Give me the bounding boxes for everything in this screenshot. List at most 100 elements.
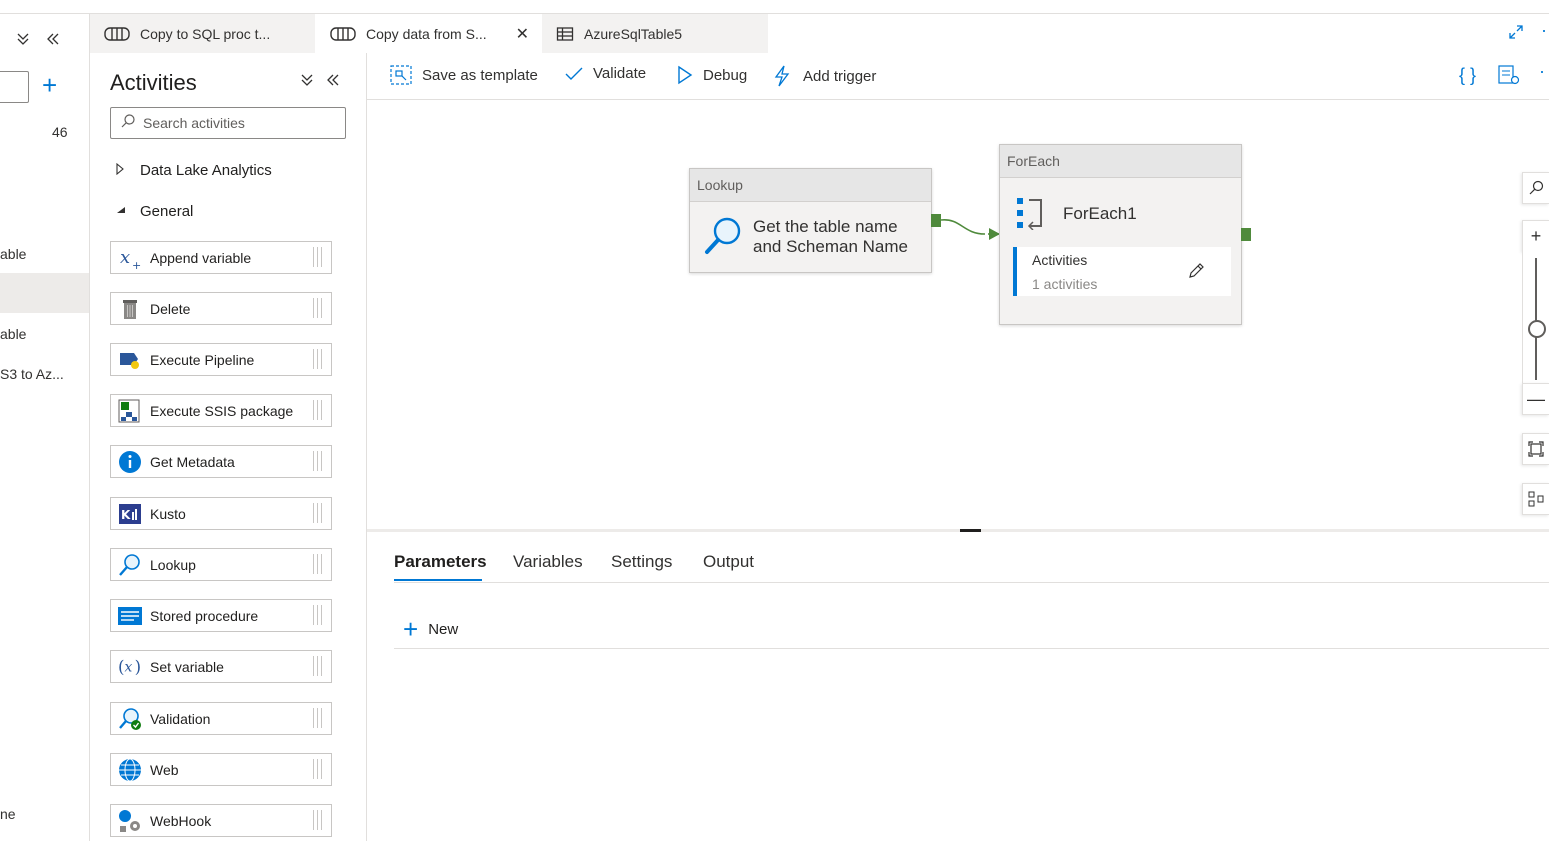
activity-label: Web	[150, 761, 179, 778]
tab-azure-sql-table[interactable]: AzureSqlTable5	[542, 14, 768, 53]
activity-web[interactable]: Web	[110, 753, 332, 786]
activity-get-metadata[interactable]: Get Metadata	[110, 445, 332, 478]
search-activities-input[interactable]	[141, 112, 341, 134]
activity-delete[interactable]: Delete	[110, 292, 332, 325]
drag-handle[interactable]	[311, 503, 325, 523]
button-label: Add trigger	[803, 67, 877, 85]
activity-label: Get Metadata	[150, 453, 235, 470]
save-as-template-button[interactable]: Save as template	[390, 65, 538, 85]
category-label: Data Lake Analytics	[140, 162, 272, 179]
svg-text:(: (	[118, 657, 124, 676]
add-resource-icon[interactable]: +	[42, 72, 57, 98]
debug-button[interactable]: Debug	[677, 65, 747, 85]
resource-item[interactable]: able	[0, 326, 26, 342]
zoom-in-icon[interactable]: +	[1522, 220, 1549, 252]
activity-label: Append variable	[150, 249, 252, 266]
activity-validation[interactable]: Validation	[110, 702, 332, 735]
activity-label: Stored procedure	[150, 607, 259, 624]
active-tab-indicator	[394, 579, 482, 581]
zoom-out-icon[interactable]: —	[1522, 383, 1549, 415]
foreach-activity-node[interactable]: ForEach ForEach1 Activities 1 activities	[999, 144, 1242, 325]
button-label: New	[428, 620, 459, 638]
tab-label: AzureSqlTable5	[584, 25, 683, 42]
activity-webhook[interactable]: WebHook	[110, 804, 332, 837]
collapse-panel-icon[interactable]	[46, 32, 60, 51]
tab-settings[interactable]: Settings	[611, 552, 672, 572]
drag-handle[interactable]	[311, 810, 325, 830]
tab-output[interactable]: Output	[703, 552, 754, 572]
collapse-panel-icon[interactable]	[326, 73, 340, 92]
activity-execute-pipeline[interactable]: Execute Pipeline	[110, 343, 332, 376]
add-trigger-button[interactable]: Add trigger	[773, 65, 876, 87]
search-activities-box[interactable]	[110, 107, 346, 139]
lookup-icon	[118, 553, 142, 577]
node-type-label: ForEach	[1000, 145, 1241, 178]
activity-set-variable[interactable]: (x) Set variable	[110, 650, 332, 683]
auto-align-icon[interactable]	[1522, 483, 1549, 515]
selected-resource-row[interactable]	[0, 273, 89, 313]
category-data-lake-analytics[interactable]: Data Lake Analytics	[116, 162, 272, 179]
more-icon[interactable]: ·	[1541, 20, 1547, 41]
zoom-slider[interactable]	[1522, 250, 1549, 383]
zoom-slider-thumb[interactable]	[1528, 320, 1546, 338]
pipeline-canvas[interactable]: Lookup Get the table name and Scheman Na…	[367, 100, 1549, 529]
plus-icon: +	[403, 614, 419, 644]
drag-handle[interactable]	[311, 554, 325, 574]
activity-stored-procedure[interactable]: Stored procedure	[110, 599, 332, 632]
caret-down-icon	[116, 206, 130, 217]
resource-count: 46	[52, 124, 68, 140]
expand-icon[interactable]	[1508, 24, 1524, 45]
pipeline-toolbar: Save as template Validate Debug Add trig…	[367, 53, 1549, 100]
activity-lookup[interactable]: Lookup	[110, 548, 332, 581]
drag-handle[interactable]	[311, 400, 325, 420]
success-output-port[interactable]	[1241, 228, 1251, 241]
editor-tab-bar: Copy to SQL proc t... Copy data from S..…	[90, 14, 1549, 53]
resource-item[interactable]: able	[0, 246, 26, 262]
svg-text:K: K	[121, 508, 131, 522]
collapse-all-icon[interactable]	[300, 73, 314, 92]
category-general[interactable]: General	[116, 203, 193, 220]
resource-item[interactable]: S3 to Az...	[0, 366, 64, 382]
properties-icon[interactable]	[1498, 65, 1520, 90]
close-icon[interactable]: ✕	[516, 24, 529, 44]
success-output-port[interactable]	[931, 214, 941, 227]
tab-copy-data[interactable]: Copy data from S... ✕	[316, 14, 541, 53]
activity-label: WebHook	[150, 812, 212, 829]
pencil-icon[interactable]	[1187, 262, 1205, 283]
drag-handle[interactable]	[311, 656, 325, 676]
search-icon[interactable]	[1522, 172, 1549, 204]
drag-handle[interactable]	[311, 759, 325, 779]
activity-execute-ssis[interactable]: Execute SSIS package	[110, 394, 332, 427]
drag-handle[interactable]	[311, 298, 325, 318]
properties-panel: Parameters Variables Settings Output + N…	[367, 532, 1549, 841]
dependency-connector[interactable]	[941, 210, 1001, 240]
resource-item[interactable]: ne	[0, 806, 16, 822]
more-icon[interactable]: ·	[1539, 61, 1545, 82]
web-icon	[118, 758, 142, 782]
inner-activities-box[interactable]: Activities 1 activities	[1013, 247, 1231, 296]
drag-handle[interactable]	[311, 451, 325, 471]
activity-append-variable[interactable]: x + Append variable	[110, 241, 332, 274]
fit-to-screen-icon[interactable]	[1522, 433, 1549, 465]
tab-variables[interactable]: Variables	[513, 552, 583, 572]
new-parameter-button[interactable]: + New	[403, 614, 459, 644]
collapse-all-icon[interactable]	[16, 32, 30, 51]
drag-handle[interactable]	[311, 247, 325, 267]
code-braces-icon[interactable]: { }	[1459, 65, 1476, 86]
lookup-icon	[704, 215, 744, 258]
filter-input[interactable]	[0, 71, 29, 103]
table-icon	[556, 26, 574, 42]
tab-parameters[interactable]: Parameters	[394, 552, 487, 572]
webhook-icon	[118, 809, 142, 833]
activity-label: Execute SSIS package	[150, 402, 294, 419]
activity-kusto[interactable]: K Kusto	[110, 497, 332, 530]
lookup-activity-node[interactable]: Lookup Get the table name and Scheman Na…	[689, 168, 932, 273]
tab-copy-to-sql[interactable]: Copy to SQL proc t...	[90, 14, 315, 53]
drag-handle[interactable]	[311, 605, 325, 625]
node-description-line: Get the table name	[753, 217, 898, 236]
activities-title: Activities	[110, 70, 197, 95]
drag-handle[interactable]	[311, 708, 325, 728]
button-label: Save as template	[422, 66, 538, 84]
drag-handle[interactable]	[311, 349, 325, 369]
validate-button[interactable]: Validate	[565, 65, 646, 82]
